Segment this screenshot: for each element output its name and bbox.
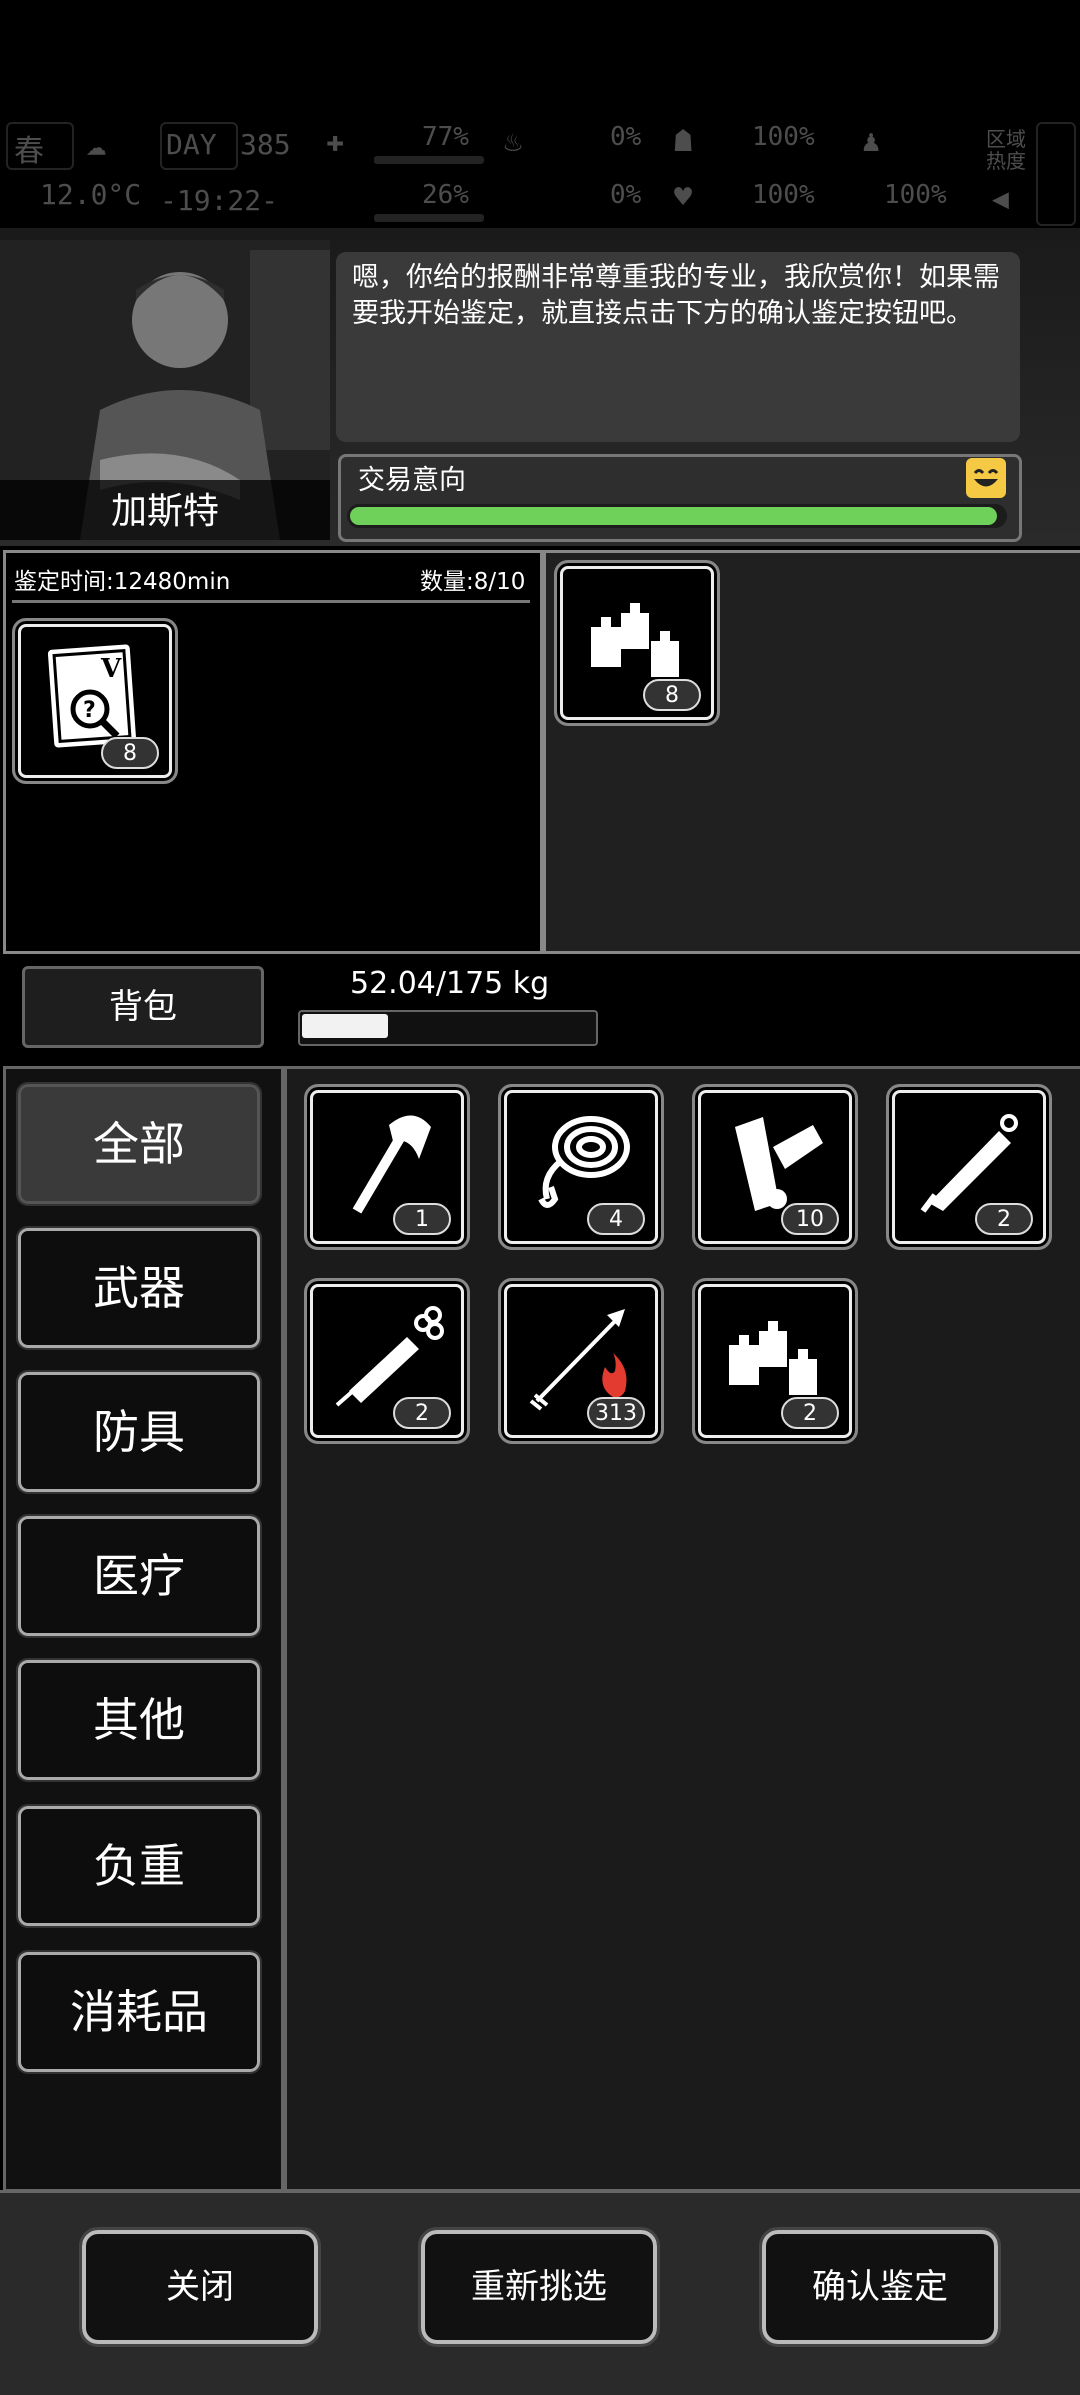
bottles-icon xyxy=(591,603,679,677)
item-count: 2 xyxy=(975,1203,1033,1235)
axe-icon xyxy=(352,1115,431,1214)
temperature: 12.0°C xyxy=(40,178,142,211)
category-other[interactable]: 其他 xyxy=(16,1658,262,1782)
appraisal-quantity: 数量:8/10 xyxy=(420,569,526,595)
weight-text: 52.04/175 kg xyxy=(350,966,550,1001)
offer-item-slot[interactable]: 8 xyxy=(554,560,720,726)
rope-icon xyxy=(538,1116,630,1208)
stamina-icon: ♟ xyxy=(862,124,881,159)
stomach-icon: ♨ xyxy=(504,124,523,159)
bandage-roll-icon xyxy=(735,1117,823,1211)
close-button[interactable]: 关闭 xyxy=(79,2227,321,2347)
item-count: 2 xyxy=(781,1397,839,1429)
heart-icon: ♥ xyxy=(674,180,693,215)
inventory-slot[interactable]: 2 xyxy=(886,1084,1052,1250)
inventory-slot[interactable]: 1 xyxy=(304,1084,470,1250)
category-all[interactable]: 全部 xyxy=(16,1082,262,1206)
weather-icon: ☁ xyxy=(86,124,107,164)
item-count: 8 xyxy=(643,679,701,711)
day-count: 385 xyxy=(240,128,291,161)
reselect-button[interactable]: 重新挑选 xyxy=(418,2227,660,2347)
fire-arrow-icon xyxy=(529,1309,627,1411)
dialog-text: 嗯，你给的报酬非常尊重我的专业，我欣赏你！如果需要我开始鉴定，就直接点击下方的确… xyxy=(352,262,1000,329)
bottles-icon xyxy=(729,1321,817,1395)
confirm-appraisal-button[interactable]: 确认鉴定 xyxy=(759,2227,1001,2347)
weight-bar xyxy=(302,1014,388,1038)
trade-intent-bar xyxy=(350,507,998,525)
category-carry[interactable]: 负重 xyxy=(16,1804,262,1928)
item-count: 1 xyxy=(393,1203,451,1235)
medkit-icon: ✚ xyxy=(326,124,345,159)
category-armor[interactable]: 防具 xyxy=(16,1370,262,1494)
water-icon: ☗ xyxy=(674,124,693,159)
item-count: 313 xyxy=(587,1397,645,1429)
day-label: DAY xyxy=(166,128,217,161)
status-hud: 春 ☁ DAY 385 12.0°C -19:22- ✚ 77% 26% ♨ 0… xyxy=(0,118,1080,228)
item-count: 10 xyxy=(781,1203,839,1235)
season-label: 春 xyxy=(14,134,44,169)
backpack-tab[interactable]: 背包 xyxy=(22,966,264,1048)
happy-face-icon xyxy=(966,458,1006,498)
npc-name: 加斯特 xyxy=(110,491,219,532)
clock: -19:22- xyxy=(160,184,279,217)
speaker-icon[interactable]: ◀ xyxy=(992,182,1009,215)
appraisal-time: 鉴定时间:12480min xyxy=(14,569,231,595)
inventory-slot[interactable]: 2 xyxy=(692,1278,858,1444)
category-weapons[interactable]: 武器 xyxy=(16,1226,262,1350)
svg-text:V: V xyxy=(100,654,122,684)
inventory-slot[interactable]: 313 xyxy=(498,1278,664,1444)
item-count: 4 xyxy=(587,1203,645,1235)
inventory-slot[interactable]: 10 xyxy=(692,1084,858,1250)
category-medical[interactable]: 医疗 xyxy=(16,1514,262,1638)
appraisal-document-icon: V ? xyxy=(47,644,137,748)
knife-icon xyxy=(920,1114,1018,1213)
inventory-slot[interactable]: 2 xyxy=(304,1278,470,1444)
appraisal-item-slot[interactable]: V ? 8 xyxy=(12,618,178,784)
item-count: 8 xyxy=(101,737,159,769)
trade-intent-label: 交易意向 xyxy=(358,465,466,496)
category-consumables[interactable]: 消耗品 xyxy=(16,1950,262,2074)
inventory-slot[interactable]: 4 xyxy=(498,1084,664,1250)
syringe-icon xyxy=(335,1306,444,1407)
divider xyxy=(12,600,530,603)
svg-text:?: ? xyxy=(83,698,96,723)
item-count: 2 xyxy=(393,1397,451,1429)
zone-heat-label: 区域热度 xyxy=(986,127,1026,173)
